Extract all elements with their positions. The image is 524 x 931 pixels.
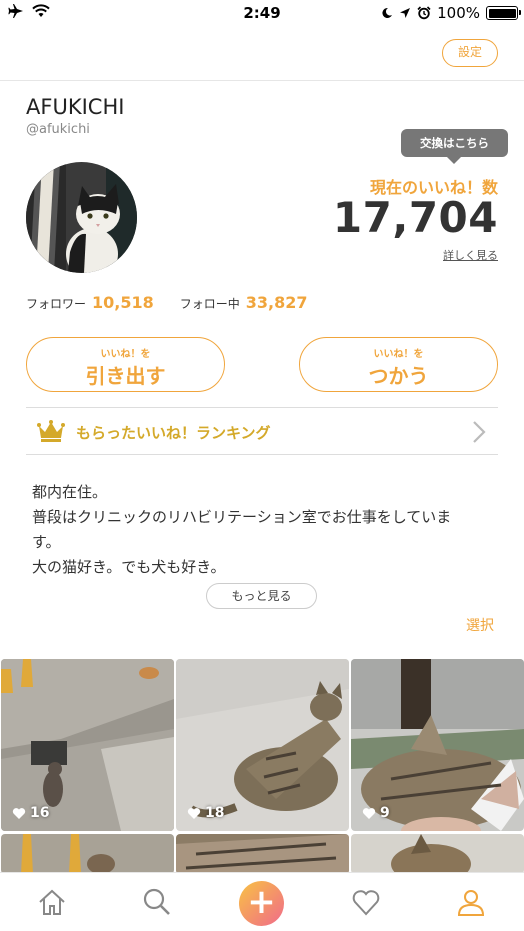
exchange-tooltip-button[interactable]: 交換はこちら [401, 129, 508, 164]
photo-likes: 16 [12, 805, 49, 821]
photo-likes: 9 [362, 805, 390, 821]
bio-line: 都内在住。 [32, 483, 108, 501]
follow-stats: フォロワー 10,518 フォロー中 33,827 [26, 293, 334, 312]
search-icon[interactable] [141, 886, 173, 918]
chevron-right-icon [473, 421, 486, 443]
details-link[interactable]: 詳しく見る [443, 247, 498, 263]
select-button[interactable]: 選択 [466, 615, 494, 635]
ranking-row[interactable]: もらったいいね！ランキング [26, 407, 498, 455]
bio-text: 都内在住。 普段はクリニックのリハビリテーション室でお仕事をしていま す。 大の… [32, 480, 500, 580]
show-more-button[interactable]: もっと見る [206, 583, 317, 609]
following-label[interactable]: フォロー中 [180, 295, 240, 312]
following-count[interactable]: 33,827 [246, 293, 308, 312]
bio-line: 普段はクリニックのリハビリテーション室でお仕事をしていま [32, 508, 452, 526]
photo-likes-count: 18 [205, 805, 225, 821]
bio-line: 大の猫好き。でも犬も好き。 [32, 558, 226, 576]
battery-percent: 100% [437, 4, 480, 22]
bottom-tab-bar: + [0, 872, 524, 931]
heart-icon [362, 807, 376, 819]
heart-icon[interactable] [350, 886, 382, 918]
avatar[interactable] [26, 162, 137, 273]
crown-icon [37, 420, 65, 442]
followers-count[interactable]: 10,518 [92, 293, 154, 312]
settings-button[interactable]: 設定 [442, 39, 498, 67]
alarm-icon [417, 6, 431, 20]
likes-count: 17,704 [332, 193, 498, 242]
withdraw-likes-button[interactable]: いいね！を 引き出す [26, 337, 225, 392]
photo-tile[interactable]: 9 [351, 659, 524, 831]
profile-handle: @afukichi [26, 122, 90, 137]
status-bar: 2:49 100% [0, 0, 524, 28]
photo-tile[interactable] [351, 834, 524, 874]
use-likes-button[interactable]: いいね！を つかう [299, 337, 498, 392]
photo-tile[interactable]: 16 [1, 659, 174, 831]
moon-icon [382, 7, 393, 18]
profile-icon[interactable] [455, 886, 487, 918]
heart-icon [187, 807, 201, 819]
photo-likes-count: 16 [30, 805, 50, 821]
profile-name: AFUKICHI [26, 95, 125, 119]
home-icon[interactable] [36, 886, 68, 918]
photo-likes: 18 [187, 805, 224, 821]
status-right: 100% [381, 4, 521, 22]
photo-tile[interactable]: 18 [176, 659, 349, 831]
top-bar: 設定 [0, 28, 524, 81]
withdraw-small-label: いいね！を [100, 349, 151, 360]
use-big-label: つかう [368, 364, 429, 388]
post-plus-button[interactable]: + [239, 881, 284, 926]
photo-tile[interactable] [1, 834, 174, 874]
location-arrow-icon [400, 8, 411, 18]
photo-likes-count: 9 [380, 805, 390, 821]
withdraw-big-label: 引き出す [85, 364, 166, 388]
followers-label[interactable]: フォロワー [26, 295, 86, 312]
battery-icon [486, 6, 521, 20]
ranking-label: もらったいいね！ランキング [76, 424, 271, 442]
use-small-label: いいね！を [373, 349, 424, 360]
bio-line: す。 [32, 533, 61, 551]
heart-icon [12, 807, 26, 819]
photo-tile[interactable] [176, 834, 349, 874]
